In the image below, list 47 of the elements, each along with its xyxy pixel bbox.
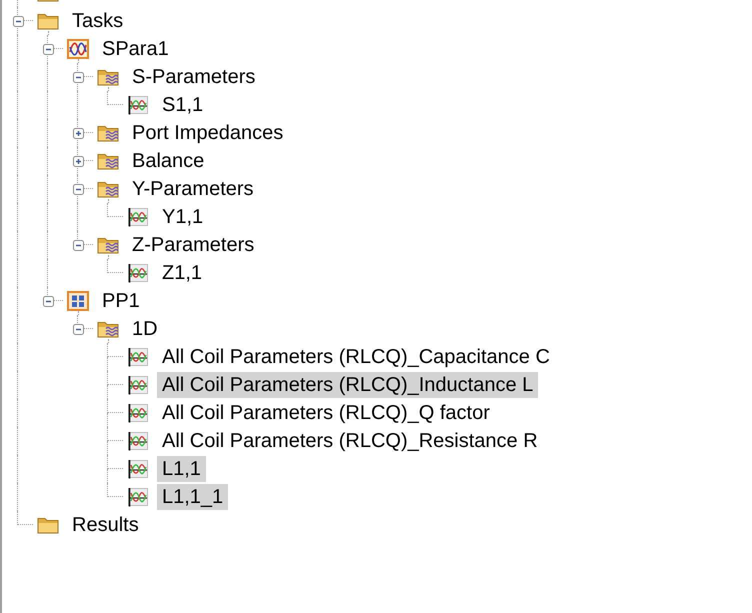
plus-box-icon[interactable] — [73, 156, 84, 167]
tree-item[interactable]: L1,1 — [157, 456, 206, 482]
minus-box-icon[interactable] — [73, 240, 84, 251]
line-graph-icon — [127, 431, 149, 451]
folder-waves-icon — [97, 152, 119, 170]
tree-item[interactable]: All Coil Parameters (RLCQ)_Inductance L — [157, 372, 538, 398]
minus-box-icon[interactable] — [73, 72, 84, 83]
tree-item[interactable]: Y1,1 — [157, 204, 208, 230]
tree-item[interactable]: All Coil Parameters (RLCQ)_Resistance R — [157, 428, 543, 454]
minus-box-icon[interactable] — [73, 184, 84, 195]
tree-item[interactable]: Tasks — [67, 8, 128, 34]
tree-item[interactable]: SPara1 — [97, 36, 174, 62]
folder-waves-icon — [97, 124, 119, 142]
folder-waves-icon — [97, 180, 119, 198]
minus-box-icon[interactable] — [43, 44, 54, 55]
tree-item[interactable]: L1,1_1 — [157, 484, 228, 510]
line-graph-icon — [127, 487, 149, 507]
tree-item[interactable]: PP1 — [97, 288, 145, 314]
line-graph-icon — [127, 263, 149, 283]
tree-item[interactable]: All Coil Parameters (RLCQ)_Capacitance C — [157, 344, 555, 370]
folder-icon — [37, 516, 59, 534]
tree-item[interactable]: Y-Parameters — [127, 176, 259, 202]
minus-box-icon[interactable] — [43, 296, 54, 307]
line-graph-icon — [127, 375, 149, 395]
tree-item[interactable]: Results — [67, 512, 144, 538]
folder-icon — [37, 12, 59, 30]
folder-waves-icon — [97, 68, 119, 86]
folder-waves-icon — [97, 236, 119, 254]
tree-item[interactable]: S-Parameters — [127, 64, 260, 90]
tree-item[interactable]: S1,1 — [157, 92, 208, 118]
tree-item[interactable]: 1D — [127, 316, 163, 342]
line-graph-icon — [127, 207, 149, 227]
tree-item[interactable]: Port Impedances — [127, 120, 288, 146]
tree-item[interactable]: Z-Parameters — [127, 232, 260, 258]
tree-item[interactable]: All Coil Parameters (RLCQ)_Q factor — [157, 400, 495, 426]
line-graph-icon — [127, 95, 149, 115]
line-graph-icon — [127, 403, 149, 423]
folder-waves-icon — [97, 320, 119, 338]
line-graph-icon — [127, 459, 149, 479]
line-graph-icon — [127, 347, 149, 367]
plus-box-icon[interactable] — [73, 128, 84, 139]
tree-item[interactable]: Z1,1 — [157, 260, 208, 286]
tree-item[interactable]: Balance — [127, 148, 210, 174]
curves-chart-icon — [67, 39, 89, 59]
minus-box-icon[interactable] — [73, 324, 84, 335]
grid-icon — [67, 291, 89, 311]
minus-box-icon[interactable] — [13, 16, 24, 27]
